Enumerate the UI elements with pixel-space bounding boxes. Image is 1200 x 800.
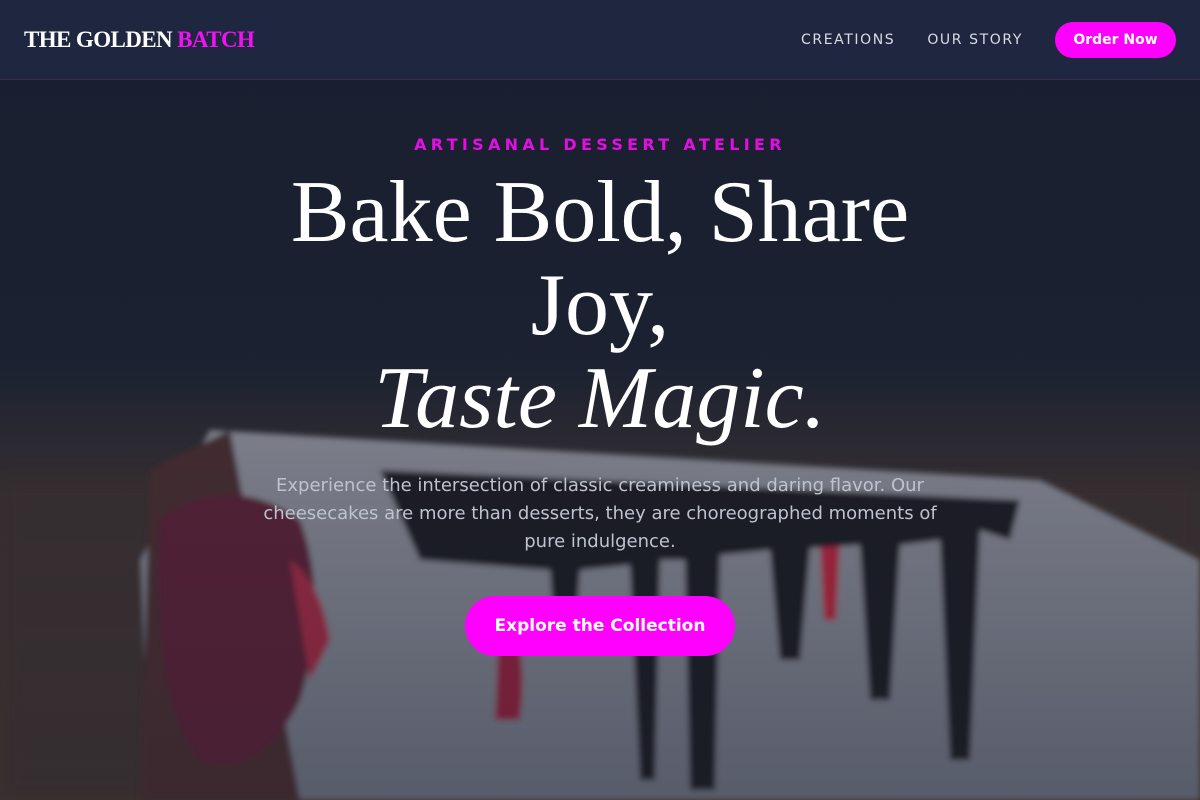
hero-headline: Bake Bold, Share Joy, Taste Magic. <box>220 166 980 445</box>
main-nav: CREATIONS OUR STORY Order Now <box>801 21 1176 58</box>
top-navbar: THE GOLDEN BATCH CREATIONS OUR STORY Ord… <box>0 0 1200 80</box>
hero-description: Experience the intersection of classic c… <box>263 475 937 552</box>
brand-logo[interactable]: THE GOLDEN BATCH <box>24 26 255 53</box>
headline-line-3: Taste Magic. <box>374 350 826 447</box>
hero-eyebrow: ARTISANAL DESSERT ATELIER <box>414 135 786 154</box>
headline-line-1: Bake Bold, Share <box>290 164 910 261</box>
brand-name-accent: BATCH <box>177 26 255 52</box>
explore-collection-button[interactable]: Explore the Collection <box>465 596 735 656</box>
nav-link-creations[interactable]: CREATIONS <box>801 32 895 48</box>
nav-link-our-story[interactable]: OUR STORY <box>927 32 1023 48</box>
hero-section: ARTISANAL DESSERT ATELIER Bake Bold, Sha… <box>0 80 1200 800</box>
brand-name-main: THE GOLDEN <box>24 26 173 52</box>
headline-line-2: Joy, <box>530 257 670 354</box>
order-now-button[interactable]: Order Now <box>1055 21 1176 58</box>
